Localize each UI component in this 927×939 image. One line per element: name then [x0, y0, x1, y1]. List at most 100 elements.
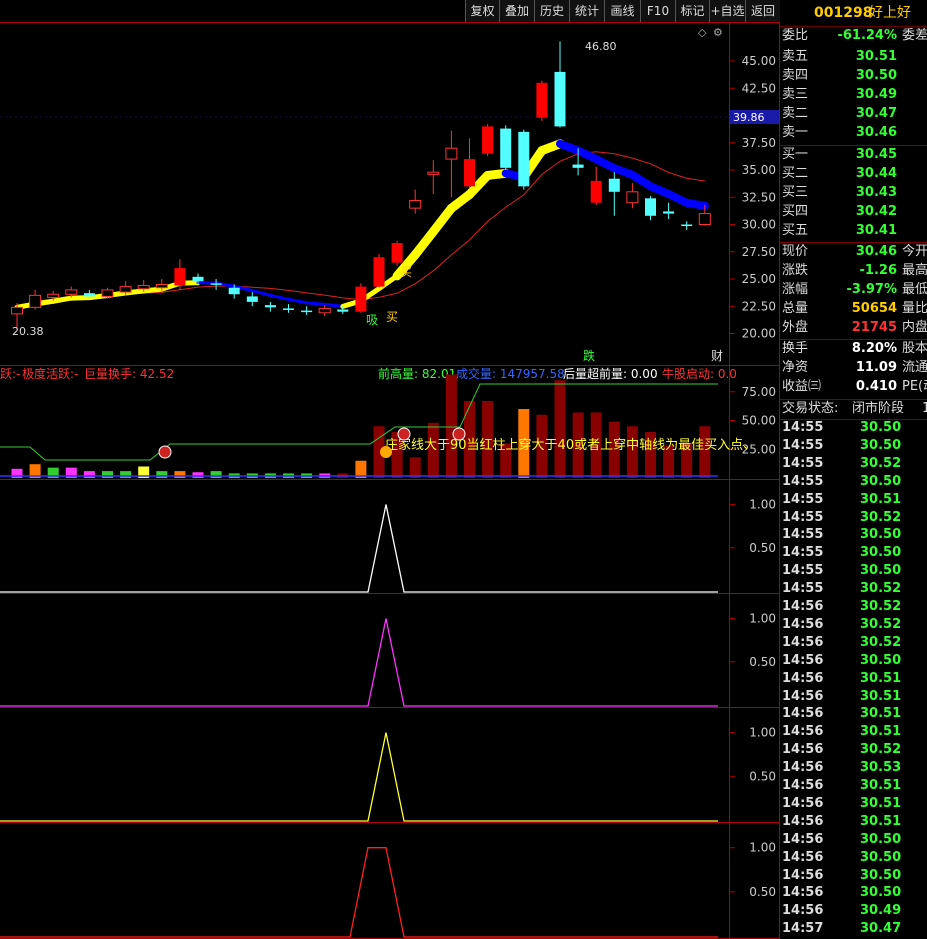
- toolbar-button-4[interactable]: 画线: [604, 0, 640, 22]
- tick-time: 14:55: [782, 563, 824, 579]
- signal-line: [0, 732, 718, 822]
- trade-status-part: 1: [922, 401, 927, 416]
- tick-row: 14:56 30.51: [782, 705, 927, 723]
- tick-row: 14:56 30.52: [782, 616, 927, 634]
- tick-row: 14:55 30.50: [782, 544, 927, 562]
- tick-price: 30.50: [860, 437, 902, 453]
- trend-band-segment: [268, 293, 290, 301]
- tick-price: 30.52: [860, 599, 902, 614]
- toolbar-button-5[interactable]: F10: [640, 0, 675, 22]
- indicator-legend: 前高量: 82.01: [378, 366, 456, 381]
- toolbar-button-8[interactable]: 返回: [745, 0, 780, 22]
- toolbar-button-1[interactable]: 叠加: [499, 0, 534, 22]
- candle-body: [608, 178, 620, 192]
- stock-name: 好上好: [869, 5, 911, 21]
- tick-price: 30.50: [860, 527, 902, 543]
- stat-row-value: 0.410: [855, 379, 897, 394]
- volume-bar: [156, 471, 168, 478]
- volume-bar: [120, 471, 132, 478]
- price-tag-label: 39.86: [733, 111, 765, 124]
- tick-time: 14:56: [782, 724, 824, 740]
- tick-row: 14:56 30.50: [782, 867, 927, 885]
- volume-bar: [174, 471, 186, 478]
- tick-price: 30.51: [860, 795, 902, 811]
- candle-body: [337, 309, 349, 312]
- signal-icon: [380, 446, 392, 458]
- candle-body: [572, 164, 584, 168]
- candle-body: [409, 200, 422, 209]
- y-tick-label: 32.50: [742, 190, 776, 204]
- bid-row: 买三 30.43: [782, 183, 927, 202]
- candle-body: [47, 293, 60, 299]
- candle-body: [264, 305, 276, 308]
- tick-price: 30.47: [860, 921, 902, 937]
- candle-body: [155, 283, 168, 289]
- ask-row: 卖四 30.50: [782, 66, 927, 85]
- ask-row-label: 卖二: [782, 106, 809, 121]
- trend-band-segment: [682, 198, 709, 210]
- bid-row-value: 30.44: [855, 166, 897, 181]
- tick-price: 30.50: [860, 831, 902, 847]
- stat-row: 净资 11.09 流通: [782, 358, 927, 377]
- bid-row-label: 买二: [782, 166, 809, 181]
- toolbar-button-0[interactable]: 复权: [465, 0, 499, 22]
- tick-price: 30.51: [860, 688, 902, 704]
- candle-body: [445, 147, 458, 160]
- candle-body: [83, 293, 95, 297]
- tick-price: 30.50: [860, 563, 902, 579]
- ask-row-label: 卖四: [782, 68, 809, 83]
- tick-price: 30.50: [860, 849, 902, 865]
- tick-time: 14:56: [782, 652, 824, 668]
- indicator-legend: 巨量换手: 42.52: [84, 367, 174, 381]
- y-tick-label: 35.00: [742, 163, 776, 177]
- ask-row: 卖二 30.47: [782, 104, 927, 123]
- stock-code: 001298: [814, 5, 873, 21]
- volume-bar: [102, 471, 113, 478]
- stat-row-label2: 内盘: [902, 320, 927, 335]
- stat-row-label2: 量比: [902, 301, 927, 316]
- toolbar-button-2[interactable]: 历史: [534, 0, 569, 22]
- tick-price: 30.53: [860, 760, 902, 776]
- bid-row: 买二 30.44: [782, 164, 927, 183]
- ask-row-value: 30.51: [855, 49, 897, 64]
- tick-time: 14:55: [782, 545, 824, 561]
- tick-time: 14:56: [782, 831, 824, 847]
- ask-row: 卖五 30.51: [782, 47, 927, 66]
- stat-row-value: 21745: [851, 320, 897, 335]
- stat-row-label2: PE(动): [902, 379, 927, 394]
- bid-row-value: 30.45: [855, 147, 897, 162]
- toolbar-button-3[interactable]: 统计: [569, 0, 604, 22]
- trend-band-segment: [287, 297, 309, 305]
- tick-row: 14:55 30.52: [782, 509, 927, 527]
- stat-row-label: 涨幅: [782, 282, 809, 297]
- candle-body: [301, 310, 313, 313]
- toolbar-button-7[interactable]: +自选: [709, 0, 745, 22]
- tick-time: 14:56: [782, 634, 824, 650]
- stat-row-label: 现价: [782, 244, 809, 259]
- tick-row: 14:55 30.50: [782, 437, 927, 455]
- tick-time: 14:55: [782, 437, 824, 453]
- tick-price: 30.52: [860, 509, 902, 525]
- y-tick-label: 20.00: [742, 327, 776, 341]
- tick-time: 14:56: [782, 795, 824, 811]
- y-tick-label: 75.00: [742, 385, 776, 399]
- candle-body: [29, 294, 42, 308]
- bid-row-value: 30.41: [855, 223, 897, 238]
- bid-row-value: 30.43: [855, 185, 897, 200]
- stat-row-label: 涨跌: [782, 263, 809, 278]
- tick-row: 14:56 30.51: [782, 670, 927, 688]
- signal-line: [0, 618, 718, 707]
- bid-row-value: 30.42: [855, 204, 897, 219]
- stat-row-value: 11.09: [855, 360, 897, 375]
- y-tick-label: 1.00: [749, 841, 776, 855]
- stat-row-label2: 股本: [902, 341, 927, 356]
- candle-body: [65, 289, 78, 295]
- candle-body: [119, 286, 132, 293]
- stat-row: 换手 8.20% 股本: [782, 339, 927, 358]
- toolbar-button-6[interactable]: 标记: [675, 0, 709, 22]
- y-tick-label: 22.50: [742, 299, 776, 313]
- y-tick-label: 50.00: [742, 414, 776, 428]
- bid-row-label: 买三: [782, 185, 809, 200]
- tick-time: 14:57: [782, 921, 824, 937]
- indicator-legend: 极度活跃:-: [22, 366, 78, 381]
